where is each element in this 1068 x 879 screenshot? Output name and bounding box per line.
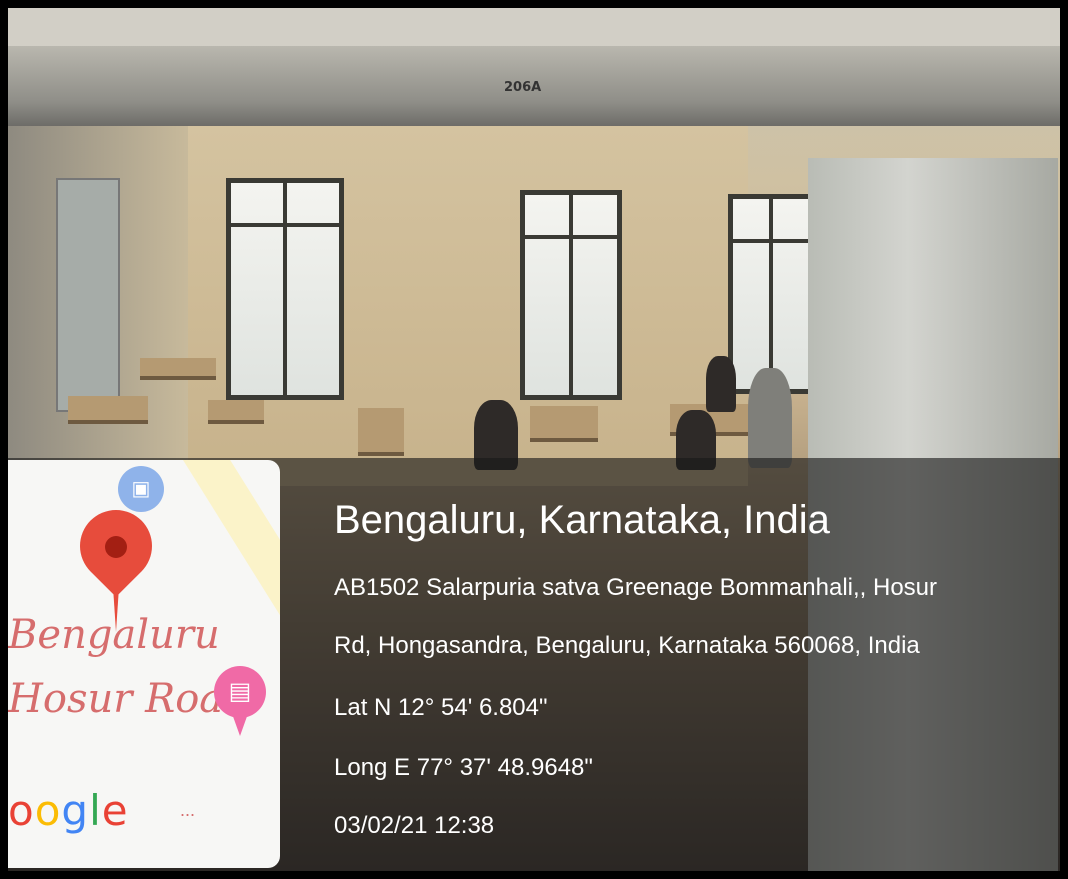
window-center: [520, 190, 622, 400]
student: [748, 368, 792, 468]
hotel-marker-tail: [230, 708, 250, 736]
map-thumbnail: ▣ Bengaluru Hosur Road ▤ oogle ...: [8, 460, 280, 868]
map-more-dots: ...: [180, 800, 196, 820]
room-number-label: 206A: [504, 80, 542, 95]
map-area-label-line2: Hosur Road: [8, 676, 249, 722]
logo-letter: l: [89, 786, 102, 835]
map-logo: oogle: [8, 786, 129, 835]
longitude-text: Long E 77° 37' 48.9648": [334, 754, 593, 781]
window-right: [728, 194, 814, 394]
location-pin-dot: [105, 536, 127, 558]
latitude-text: Lat N 12° 54' 6.804": [334, 694, 548, 721]
ceiling: [8, 8, 1060, 48]
datetime-text: 03/02/21 12:38: [334, 812, 495, 839]
address-line-2: Rd, Hongasandra, Bengaluru, Karnataka 56…: [334, 632, 920, 659]
bus-stop-icon: ▣: [118, 466, 164, 512]
location-pin-tail: [112, 572, 120, 632]
logo-letter: e: [101, 786, 129, 835]
window-left: [226, 178, 344, 400]
logo-letter: o: [8, 786, 35, 835]
desk: [358, 408, 404, 456]
desk: [68, 396, 148, 424]
student: [706, 356, 736, 412]
desk: [140, 358, 216, 380]
desk: [530, 406, 598, 442]
desk: [208, 400, 264, 424]
logo-letter: o: [34, 786, 62, 835]
address-line-1: AB1502 Salarpuria satva Greenage Bommanh…: [334, 574, 937, 601]
location-city: Bengaluru, Karnataka, India: [334, 498, 830, 542]
logo-letter: g: [61, 786, 90, 835]
whiteboard: [56, 178, 120, 412]
